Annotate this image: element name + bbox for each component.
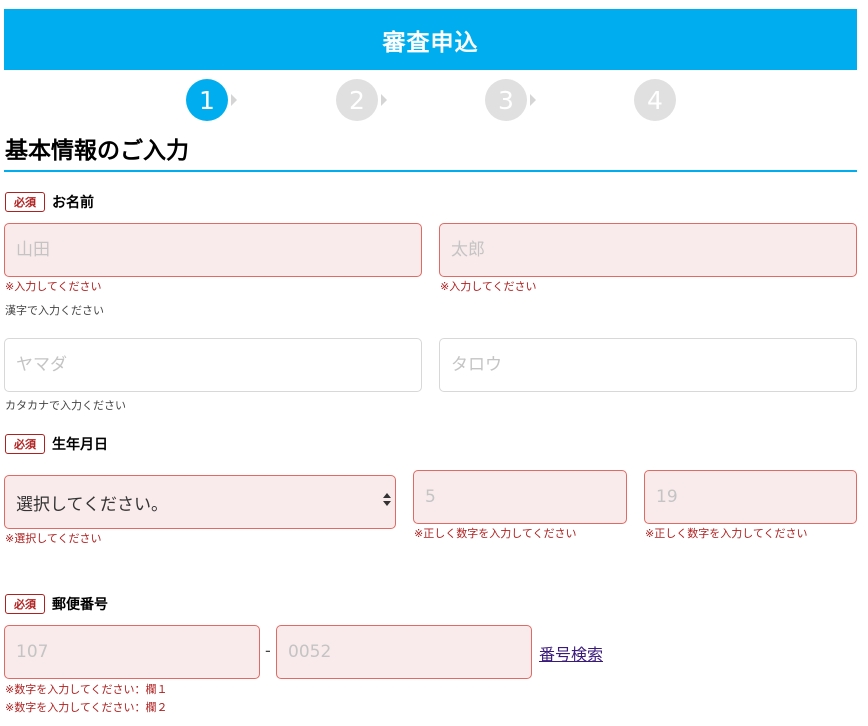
birthdate-label: 生年月日 <box>52 437 108 453</box>
postal-error-2: ※数字を入力してください：欄２ <box>5 701 168 714</box>
birth-day-input[interactable] <box>644 470 857 524</box>
page-header: 審査申込 <box>4 9 857 70</box>
first-name-kanji-error: ※入力してください <box>440 280 537 293</box>
step-2: 2 <box>336 79 378 121</box>
postal-separator: - <box>265 641 271 660</box>
postal-search-link[interactable]: 番号検索 <box>539 641 603 665</box>
kanji-hint: 漢字で入力ください <box>5 304 104 317</box>
first-name-kana-input[interactable] <box>439 338 857 392</box>
postal-label: 郵便番号 <box>52 597 108 613</box>
step-1: 1 <box>186 79 228 121</box>
step-indicator: 1 2 3 4 <box>0 79 868 121</box>
section-title: 基本情報のご入力 <box>5 138 189 164</box>
last-name-kanji-input[interactable] <box>4 223 422 277</box>
required-badge: 必須 <box>5 434 45 454</box>
step-3: 3 <box>485 79 527 121</box>
section-divider <box>4 170 857 172</box>
step-arrow-icon <box>231 94 237 106</box>
name-label: お名前 <box>52 195 94 211</box>
birth-month-input[interactable] <box>413 470 627 524</box>
birth-year-select[interactable]: 選択してください。 <box>4 475 396 529</box>
postal-error-1: ※数字を入力してください：欄１ <box>5 683 168 696</box>
page-title: 審査申込 <box>382 29 479 56</box>
postal-code-first-input[interactable] <box>4 625 260 679</box>
postal-code-second-input[interactable] <box>276 625 532 679</box>
birth-year-error: ※選択してください <box>5 532 102 545</box>
required-badge: 必須 <box>5 594 45 614</box>
birth-year-selected-value: 選択してください。 <box>16 494 168 515</box>
step-4: 4 <box>634 79 676 121</box>
required-badge: 必須 <box>5 192 45 212</box>
last-name-kana-input[interactable] <box>4 338 422 392</box>
step-arrow-icon <box>530 94 536 106</box>
first-name-kanji-input[interactable] <box>439 223 857 277</box>
birth-month-error: ※正しく数字を入力してください <box>414 527 577 540</box>
kana-hint: カタカナで入力ください <box>5 399 126 412</box>
step-arrow-icon <box>381 94 387 106</box>
last-name-kanji-error: ※入力してください <box>5 280 102 293</box>
birth-day-error: ※正しく数字を入力してください <box>645 527 808 540</box>
